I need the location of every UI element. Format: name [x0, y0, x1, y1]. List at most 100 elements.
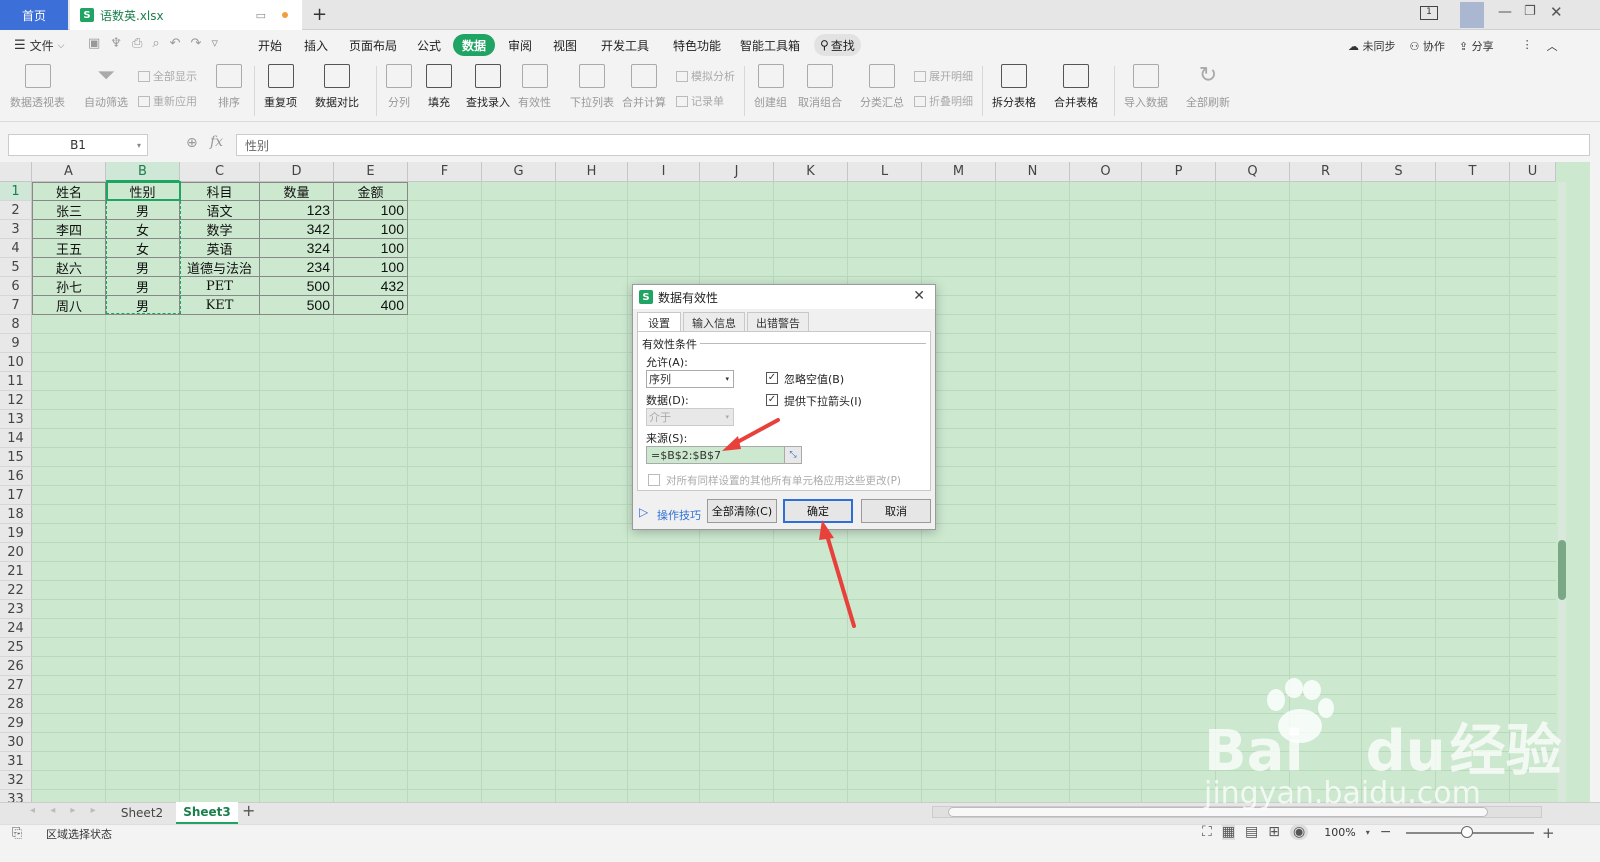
- row-header-11[interactable]: 11: [0, 372, 32, 391]
- column-header-C[interactable]: C: [180, 162, 260, 182]
- table-cell[interactable]: 100: [334, 201, 408, 220]
- ignore-blank-checkbox[interactable]: ✓: [766, 372, 778, 384]
- redo-icon[interactable]: ↷: [191, 36, 202, 51]
- show-all-button[interactable]: 全部显示: [138, 68, 197, 84]
- monitor-icon[interactable]: ▭: [256, 9, 266, 22]
- customize-icon[interactable]: ▿: [211, 36, 218, 51]
- validity-button[interactable]: 有效性: [518, 64, 551, 110]
- refresh-all-button[interactable]: ↻ 全部刷新: [1186, 64, 1230, 110]
- table-cell[interactable]: 数学: [180, 220, 260, 239]
- collapse-detail-button[interactable]: 折叠明细: [914, 93, 973, 109]
- row-header-31[interactable]: 31: [0, 752, 32, 771]
- row-header-8[interactable]: 8: [0, 315, 32, 334]
- row-header-10[interactable]: 10: [0, 353, 32, 372]
- row-header-19[interactable]: 19: [0, 524, 32, 543]
- chevron-down-icon[interactable]: ▾: [1366, 828, 1370, 837]
- row-header-5[interactable]: 5: [0, 258, 32, 277]
- clear-all-button[interactable]: 全部清除(C): [707, 499, 777, 523]
- zoom-formula-icon[interactable]: ⊕: [186, 135, 198, 151]
- table-cell[interactable]: 李四: [32, 220, 106, 239]
- fx-icon[interactable]: fx: [210, 134, 223, 150]
- row-header-7[interactable]: 7: [0, 296, 32, 315]
- what-if-button[interactable]: 模拟分析: [676, 68, 735, 84]
- row-header-3[interactable]: 3: [0, 220, 32, 239]
- column-header-P[interactable]: P: [1142, 162, 1216, 182]
- window-count-icon[interactable]: 1: [1420, 6, 1438, 20]
- table-cell[interactable]: 234: [260, 258, 334, 277]
- create-group-button[interactable]: 创建组: [754, 64, 787, 110]
- table-cell[interactable]: 100: [334, 239, 408, 258]
- table-cell[interactable]: 王五: [32, 239, 106, 258]
- zoom-level[interactable]: 100%: [1324, 826, 1355, 839]
- page-break-view-icon[interactable]: ⊞: [1268, 824, 1280, 840]
- formula-input[interactable]: 性别: [236, 134, 1590, 156]
- table-cell[interactable]: 400: [334, 296, 408, 315]
- zoom-out-icon[interactable]: −: [1380, 824, 1392, 840]
- data-compare-button[interactable]: 数据对比: [315, 64, 359, 110]
- table-cell[interactable]: 道德与法治: [180, 258, 260, 277]
- zoom-in-icon[interactable]: +: [1542, 824, 1555, 842]
- row-header-29[interactable]: 29: [0, 714, 32, 733]
- sort-button[interactable]: 排序: [216, 64, 242, 110]
- dialog-close-icon[interactable]: ✕: [913, 288, 925, 304]
- allow-select[interactable]: 序列 ▾: [646, 370, 734, 388]
- row-header-26[interactable]: 26: [0, 657, 32, 676]
- auto-filter-button[interactable]: ⏷ 自动筛选: [84, 64, 128, 110]
- row-header-32[interactable]: 32: [0, 771, 32, 790]
- reapply-button[interactable]: 重新应用: [138, 93, 197, 109]
- table-cell[interactable]: 男: [106, 258, 180, 277]
- menu-developer[interactable]: 开发工具: [595, 34, 655, 56]
- row-header-9[interactable]: 9: [0, 334, 32, 353]
- print-icon[interactable]: ⎙: [132, 36, 142, 51]
- undo-icon[interactable]: ↶: [170, 36, 181, 51]
- apply-all-checkbox[interactable]: [648, 474, 660, 486]
- collapse-ribbon-icon[interactable]: ︿: [1547, 38, 1558, 54]
- avatar[interactable]: [1460, 2, 1484, 28]
- column-header-R[interactable]: R: [1290, 162, 1362, 182]
- column-header-I[interactable]: I: [628, 162, 700, 182]
- menu-features[interactable]: 特色功能: [667, 34, 727, 56]
- row-header-24[interactable]: 24: [0, 619, 32, 638]
- row-header-22[interactable]: 22: [0, 581, 32, 600]
- row-header-18[interactable]: 18: [0, 505, 32, 524]
- consolidate-button[interactable]: 合并计算: [622, 64, 666, 110]
- ok-button[interactable]: 确定: [783, 499, 853, 523]
- zoom-slider-handle[interactable]: [1461, 826, 1473, 838]
- subtotal-button[interactable]: 分类汇总: [860, 64, 904, 110]
- row-header-23[interactable]: 23: [0, 600, 32, 619]
- normal-view-icon[interactable]: ▦: [1221, 824, 1236, 840]
- row-header-6[interactable]: 6: [0, 277, 32, 296]
- menu-view[interactable]: 视图: [547, 34, 583, 56]
- split-table-button[interactable]: 拆分表格: [992, 64, 1036, 110]
- tips-link[interactable]: 操作技巧: [657, 507, 701, 523]
- sheet-tab-sheet2[interactable]: Sheet2: [110, 802, 174, 824]
- column-header-J[interactable]: J: [700, 162, 774, 182]
- column-header-S[interactable]: S: [1362, 162, 1436, 182]
- dropdown-list-button[interactable]: 下拉列表: [570, 64, 614, 110]
- expand-detail-button[interactable]: 展开明细: [914, 68, 973, 84]
- menu-formula[interactable]: 公式: [411, 34, 447, 56]
- table-cell[interactable]: 123: [260, 201, 334, 220]
- table-cell[interactable]: 男: [106, 201, 180, 220]
- table-cell[interactable]: 张三: [32, 201, 106, 220]
- menu-data[interactable]: 数据: [453, 34, 496, 56]
- header-cell[interactable]: 姓名: [32, 182, 106, 201]
- eye-protection-icon[interactable]: ◉: [1290, 824, 1309, 840]
- row-header-25[interactable]: 25: [0, 638, 32, 657]
- tips-play-icon[interactable]: ▷: [639, 505, 648, 519]
- column-header-Q[interactable]: Q: [1216, 162, 1290, 182]
- tab-home[interactable]: 首页: [0, 0, 68, 30]
- table-cell[interactable]: 432: [334, 277, 408, 296]
- vertical-scroll-thumb[interactable]: [1558, 540, 1566, 600]
- merge-table-button[interactable]: 合并表格: [1054, 64, 1098, 110]
- header-cell[interactable]: 金额: [334, 182, 408, 201]
- print-preview-icon[interactable]: ⌕: [152, 36, 159, 51]
- column-header-K[interactable]: K: [774, 162, 848, 182]
- fill-button[interactable]: 填充: [426, 64, 452, 110]
- restore-icon[interactable]: ❐: [1524, 4, 1536, 19]
- close-window-icon[interactable]: ✕: [1550, 3, 1563, 21]
- table-cell[interactable]: 500: [260, 296, 334, 315]
- dropdown-arrow-checkbox[interactable]: ✓: [766, 394, 778, 406]
- sync-status[interactable]: ☁ 未同步: [1348, 38, 1396, 54]
- cancel-button[interactable]: 取消: [861, 499, 931, 523]
